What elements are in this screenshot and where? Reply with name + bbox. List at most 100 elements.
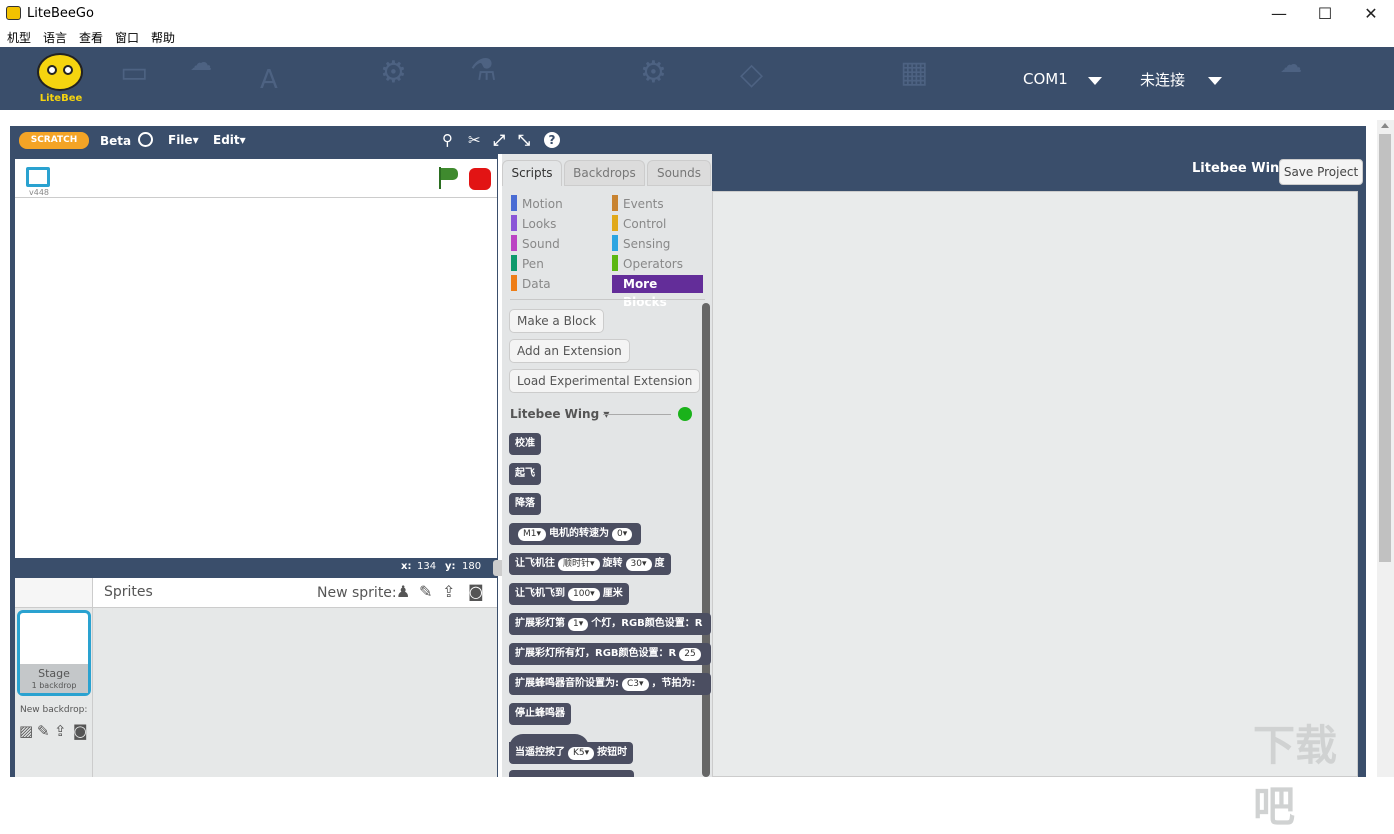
backdrop-library-icon[interactable]: ▨ bbox=[19, 722, 33, 740]
tab-scripts[interactable]: Scripts bbox=[502, 160, 562, 186]
block-stop-buzzer[interactable]: 停止蜂鸣器 bbox=[509, 703, 571, 725]
height-dropdown[interactable]: 100▾ bbox=[568, 588, 600, 601]
stage-label: Stage bbox=[38, 667, 70, 680]
category-sensing[interactable]: Sensing bbox=[623, 237, 670, 251]
events-color-swatch bbox=[612, 195, 618, 211]
make-a-block-button[interactable]: Make a Block bbox=[509, 309, 605, 333]
speed-dropdown[interactable]: 0▾ bbox=[612, 528, 633, 541]
category-divider bbox=[510, 299, 705, 300]
menu-item-model[interactable]: 机型 bbox=[7, 29, 31, 46]
grow-icon[interactable]: ⤢ bbox=[493, 131, 505, 149]
motion-color-swatch bbox=[511, 195, 517, 211]
paint-backdrop-icon[interactable]: ✎ bbox=[37, 722, 50, 740]
litebee-logo: LiteBee bbox=[33, 53, 87, 107]
block-buzzer[interactable]: 扩展蜂鸣器音阶设置为: C3▾ ，节拍为: bbox=[509, 673, 711, 695]
stage-thumbnail[interactable]: Stage 1 backdrop bbox=[17, 610, 91, 696]
angle-dropdown[interactable]: 30▾ bbox=[625, 558, 652, 571]
minimize-button[interactable]: — bbox=[1256, 0, 1302, 27]
shrink-icon[interactable]: ⤡ bbox=[518, 131, 530, 149]
app-icon bbox=[6, 6, 21, 20]
menu-item-window[interactable]: 窗口 bbox=[115, 29, 139, 46]
y-value: 180 bbox=[462, 561, 482, 572]
category-data[interactable]: Data bbox=[522, 277, 551, 291]
duplicate-stamp-icon[interactable]: ⚲ bbox=[442, 131, 453, 149]
category-looks[interactable]: Looks bbox=[522, 217, 556, 231]
sensing-color-swatch bbox=[612, 235, 618, 251]
scroll-up-arrow[interactable] bbox=[1381, 123, 1389, 128]
sprites-title: Sprites bbox=[104, 584, 153, 600]
stop-sign-icon[interactable] bbox=[469, 168, 491, 190]
mouse-coordinates: x: 134 y: 180 bbox=[15, 558, 497, 576]
category-more-blocks[interactable]: More Blocks bbox=[612, 275, 703, 309]
load-experimental-extension-button[interactable]: Load Experimental Extension bbox=[509, 369, 701, 393]
port-chevron-down-icon[interactable] bbox=[1088, 77, 1102, 85]
cloud-doodle-icon-2: ☁ bbox=[1280, 53, 1302, 78]
delete-scissors-icon[interactable]: ✂ bbox=[468, 131, 481, 149]
backdrop-count: 1 backdrop bbox=[31, 681, 77, 690]
scroll-thumb[interactable] bbox=[1379, 134, 1391, 562]
close-button[interactable]: ✕ bbox=[1348, 0, 1394, 27]
motor-dropdown[interactable]: M1▾ bbox=[518, 528, 547, 541]
upload-sprite-icon[interactable]: ⇪ bbox=[442, 582, 455, 601]
file-menu[interactable]: File▾ bbox=[168, 133, 199, 147]
gear-doodle-icon: ⚙ bbox=[380, 55, 407, 90]
block-rotate[interactable]: 让飞机往 顺时针▾ 旋转 30▾ 度 bbox=[509, 553, 671, 575]
version-label: Beta bbox=[100, 134, 132, 148]
tab-backdrops[interactable]: Backdrops bbox=[564, 160, 645, 186]
block-label: 校准 bbox=[515, 438, 535, 449]
edit-menu[interactable]: Edit▾ bbox=[213, 133, 246, 147]
block-takeoff[interactable]: 起飞 bbox=[509, 463, 541, 485]
title-bar: LiteBeeGo — ☐ ✕ bbox=[0, 0, 1394, 27]
menu-item-help[interactable]: 帮助 bbox=[151, 29, 175, 46]
menu-item-language[interactable]: 语言 bbox=[43, 29, 67, 46]
connection-status[interactable]: 未连接 bbox=[1140, 69, 1185, 90]
direction-dropdown[interactable]: 顺时针▾ bbox=[558, 558, 600, 571]
camera-sprite-icon[interactable]: ◙ bbox=[468, 582, 484, 601]
remote-key-dropdown[interactable]: K5▾ bbox=[568, 747, 595, 760]
block-led-single[interactable]: 扩展彩灯第 1▾ 个灯，RGB颜色设置：R bbox=[509, 613, 711, 635]
category-sound[interactable]: Sound bbox=[522, 237, 560, 251]
add-extension-button[interactable]: Add an Extension bbox=[509, 339, 630, 363]
palette-scrollbar[interactable] bbox=[702, 303, 710, 777]
sprite-library-icon[interactable]: ♟ bbox=[396, 582, 410, 601]
globe-icon[interactable] bbox=[138, 132, 153, 147]
block-fly-to[interactable]: 让飞机飞到 100▾ 厘米 bbox=[509, 583, 629, 605]
fullscreen-icon[interactable] bbox=[26, 167, 50, 187]
tab-sounds[interactable]: Sounds bbox=[647, 160, 711, 186]
block-calibrate[interactable]: 校准 bbox=[509, 433, 541, 455]
category-control[interactable]: Control bbox=[623, 217, 666, 231]
block-label: 按钮时 bbox=[597, 747, 628, 758]
block-motor-speed[interactable]: M1▾ 电机的转速为 0▾ bbox=[509, 523, 642, 545]
block-land[interactable]: 降落 bbox=[509, 493, 541, 515]
connection-chevron-down-icon[interactable] bbox=[1208, 77, 1222, 85]
block-led-all[interactable]: 扩展彩灯所有灯，RGB颜色设置：R 25 bbox=[509, 643, 711, 665]
extension-name[interactable]: Litebee Wing ▾ bbox=[510, 407, 609, 421]
block-remote-button-hat[interactable]: 当遥控按了 K5▾ 按钮时 bbox=[509, 742, 634, 764]
gear-doodle-icon-2: ⚙ bbox=[640, 55, 667, 90]
stage-header: v448 bbox=[15, 159, 497, 198]
paint-sprite-icon[interactable]: ✎ bbox=[419, 582, 432, 601]
help-icon[interactable]: ? bbox=[544, 132, 560, 148]
category-pen[interactable]: Pen bbox=[522, 257, 544, 271]
led-index-dropdown[interactable]: 1▾ bbox=[568, 618, 589, 631]
window-scrollbar[interactable] bbox=[1377, 120, 1394, 777]
port-select[interactable]: COM1 bbox=[1023, 70, 1068, 88]
red-value-input[interactable]: 25 bbox=[679, 648, 701, 661]
watermark-logo: 下载吧 bbox=[1253, 721, 1338, 831]
category-motion[interactable]: Motion bbox=[522, 197, 563, 211]
camera-backdrop-icon[interactable]: ◙ bbox=[73, 722, 88, 740]
note-dropdown[interactable]: C3▾ bbox=[622, 678, 649, 691]
category-operators[interactable]: Operators bbox=[623, 257, 683, 271]
scratch-toolbar: SCRATCH Beta File▾ Edit▾ ⚲ ✂ ⤢ ⤡ ? bbox=[10, 126, 1366, 154]
save-project-button[interactable]: Save Project bbox=[1279, 159, 1363, 185]
scripts-canvas[interactable]: 下载吧 bbox=[712, 191, 1358, 831]
maximize-button[interactable]: ☐ bbox=[1302, 0, 1348, 27]
upload-backdrop-icon[interactable]: ⇪ bbox=[54, 722, 67, 740]
stage-canvas[interactable] bbox=[15, 198, 497, 558]
block-label: 当遥控按了 bbox=[515, 747, 565, 758]
next-block-peek bbox=[509, 770, 634, 777]
green-flag-icon[interactable] bbox=[437, 167, 459, 189]
stage-version: v448 bbox=[29, 188, 50, 197]
menu-item-view[interactable]: 查看 bbox=[79, 29, 103, 46]
category-events[interactable]: Events bbox=[623, 197, 664, 211]
